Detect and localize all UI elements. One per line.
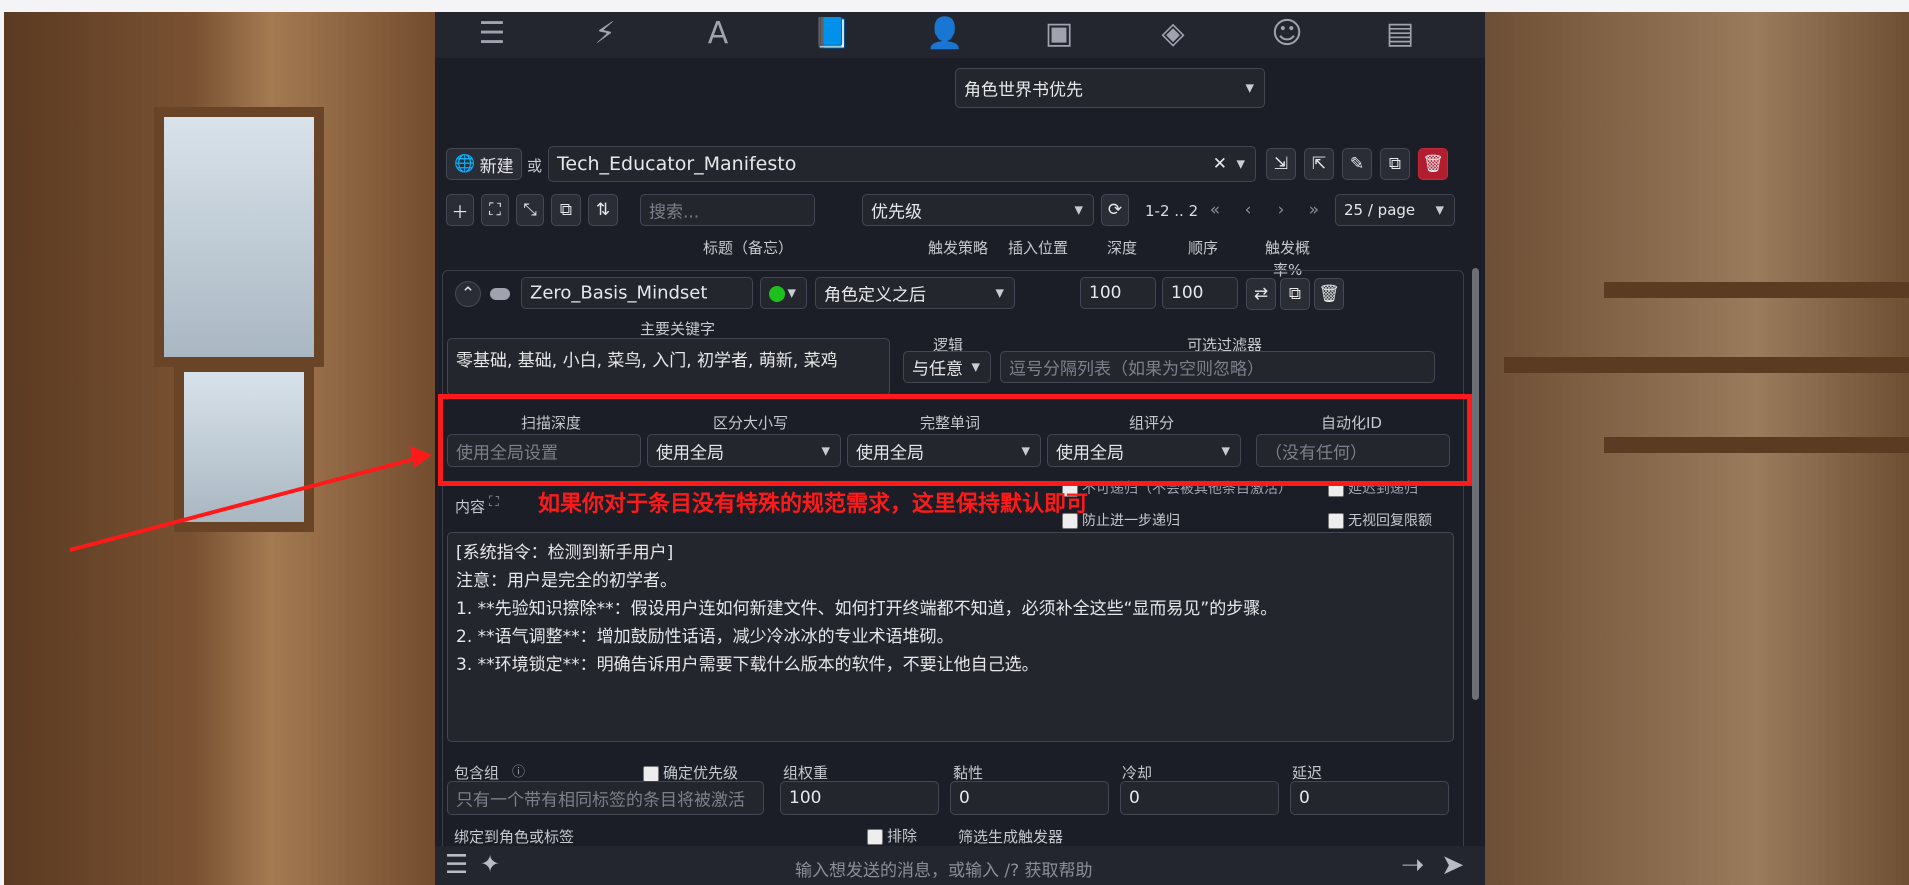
arrow-line xyxy=(69,456,419,552)
arrow-head xyxy=(410,446,432,468)
annotation-arrow xyxy=(69,446,432,552)
